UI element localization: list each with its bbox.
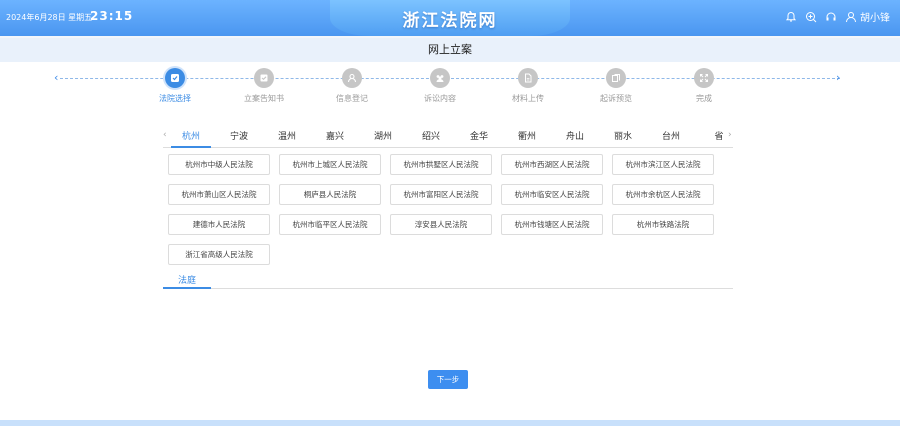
page-title: 网上立案 [0, 38, 900, 62]
step-label: 起诉预览 [600, 94, 632, 103]
right-arrow-icon[interactable]: › [836, 71, 840, 84]
court-option[interactable]: 杭州市钱塘区人民法院 [501, 214, 603, 235]
group-icon [430, 68, 450, 88]
header-actions: 胡小锋 [785, 9, 890, 24]
tab-city[interactable]: 温州 [263, 129, 311, 142]
court-option[interactable]: 杭州市临平区人民法院 [279, 214, 381, 235]
notice-icon [254, 68, 274, 88]
step-info[interactable]: 信息登记 [322, 68, 382, 104]
active-tab-indicator [171, 146, 211, 148]
step-notice[interactable]: 立案告知书 [234, 68, 294, 104]
left-arrow-icon[interactable]: ‹ [54, 71, 58, 84]
court-option[interactable]: 杭州市上城区人民法院 [279, 154, 381, 175]
court-option[interactable]: 杭州市中级人民法院 [168, 154, 270, 175]
tab-city[interactable]: 台州 [647, 129, 695, 142]
step-label: 法院选择 [159, 94, 191, 103]
tab-city[interactable]: 绍兴 [407, 129, 455, 142]
check-icon [165, 68, 185, 88]
tab-city[interactable]: 宁波 [215, 129, 263, 142]
document-icon [518, 68, 538, 88]
top-header: 2024年6月28日 星期五 23:15 浙江法院网 胡小锋 [0, 0, 900, 36]
court-option[interactable]: 杭州市余杭区人民法院 [612, 184, 714, 205]
step-label: 诉讼内容 [424, 94, 456, 103]
tabs-next-icon[interactable]: › [728, 130, 732, 140]
court-option[interactable]: 杭州市滨江区人民法院 [612, 154, 714, 175]
court-option[interactable]: 杭州市萧山区人民法院 [168, 184, 270, 205]
tab-city[interactable]: 杭州 [175, 129, 215, 142]
person-icon [342, 68, 362, 88]
step-progress: ‹ › 法院选择 立案告知书 信息登记 诉讼内容 材料上传 起诉预览 完成 [0, 62, 900, 112]
zoom-in-icon[interactable] [805, 11, 817, 23]
step-preview[interactable]: 起诉预览 [586, 68, 646, 104]
bottom-bar [0, 420, 900, 426]
title-banner: 浙江法院网 [330, 0, 570, 36]
active-tab-indicator [163, 287, 211, 289]
main-panel: ‹ › 法院选择 立案告知书 信息登记 诉讼内容 材料上传 起诉预览 完成 ‹ … [0, 62, 900, 426]
court-option[interactable]: 浙江省高级人民法院 [168, 244, 270, 265]
court-option[interactable]: 杭州市富阳区人民法院 [390, 184, 492, 205]
step-court-select[interactable]: 法院选择 [145, 68, 205, 104]
user-menu[interactable]: 胡小锋 [845, 9, 890, 24]
tab-tribunal[interactable]: 法庭 [163, 273, 211, 286]
court-option[interactable]: 杭州市铁路法院 [612, 214, 714, 235]
court-option[interactable]: 淳安县人民法院 [390, 214, 492, 235]
step-label: 立案告知书 [244, 94, 284, 103]
headset-icon[interactable] [825, 11, 837, 23]
user-icon [845, 11, 857, 23]
tab-city[interactable]: 金华 [455, 129, 503, 142]
expand-icon [694, 68, 714, 88]
copy-icon [606, 68, 626, 88]
tabs-prev-icon[interactable]: ‹ [163, 130, 167, 140]
step-done[interactable]: 完成 [674, 68, 734, 104]
city-tabs: ‹ 杭州 宁波 温州 嘉兴 湖州 绍兴 金华 衢州 舟山 丽水 台州 省 › [163, 126, 733, 148]
tab-city[interactable]: 衢州 [503, 129, 551, 142]
header-date: 2024年6月28日 星期五 [6, 13, 93, 22]
step-label: 材料上传 [512, 94, 544, 103]
step-label: 完成 [696, 94, 712, 103]
city-tab-strip: 杭州 宁波 温州 嘉兴 湖州 绍兴 金华 衢州 舟山 丽水 台州 省 [175, 126, 723, 148]
step-upload[interactable]: 材料上传 [498, 68, 558, 104]
tab-city[interactable]: 嘉兴 [311, 129, 359, 142]
court-option[interactable]: 建德市人民法院 [168, 214, 270, 235]
site-title: 浙江法院网 [402, 11, 498, 31]
tab-city[interactable]: 湖州 [359, 129, 407, 142]
tab-city[interactable]: 丽水 [599, 129, 647, 142]
step-content[interactable]: 诉讼内容 [410, 68, 470, 104]
bell-icon[interactable] [785, 11, 797, 23]
tribunal-tabs: 法庭 [163, 272, 733, 289]
tab-city[interactable]: 省 [695, 129, 723, 142]
step-label: 信息登记 [336, 94, 368, 103]
court-option[interactable]: 杭州市西湖区人民法院 [501, 154, 603, 175]
next-step-button[interactable]: 下一步 [428, 370, 468, 389]
court-option[interactable]: 杭州市临安区人民法院 [501, 184, 603, 205]
tab-city[interactable]: 舟山 [551, 129, 599, 142]
user-name: 胡小锋 [860, 13, 890, 24]
header-time: 23:15 [90, 9, 134, 23]
court-option[interactable]: 桐庐县人民法院 [279, 184, 381, 205]
court-option[interactable]: 杭州市拱墅区人民法院 [390, 154, 492, 175]
